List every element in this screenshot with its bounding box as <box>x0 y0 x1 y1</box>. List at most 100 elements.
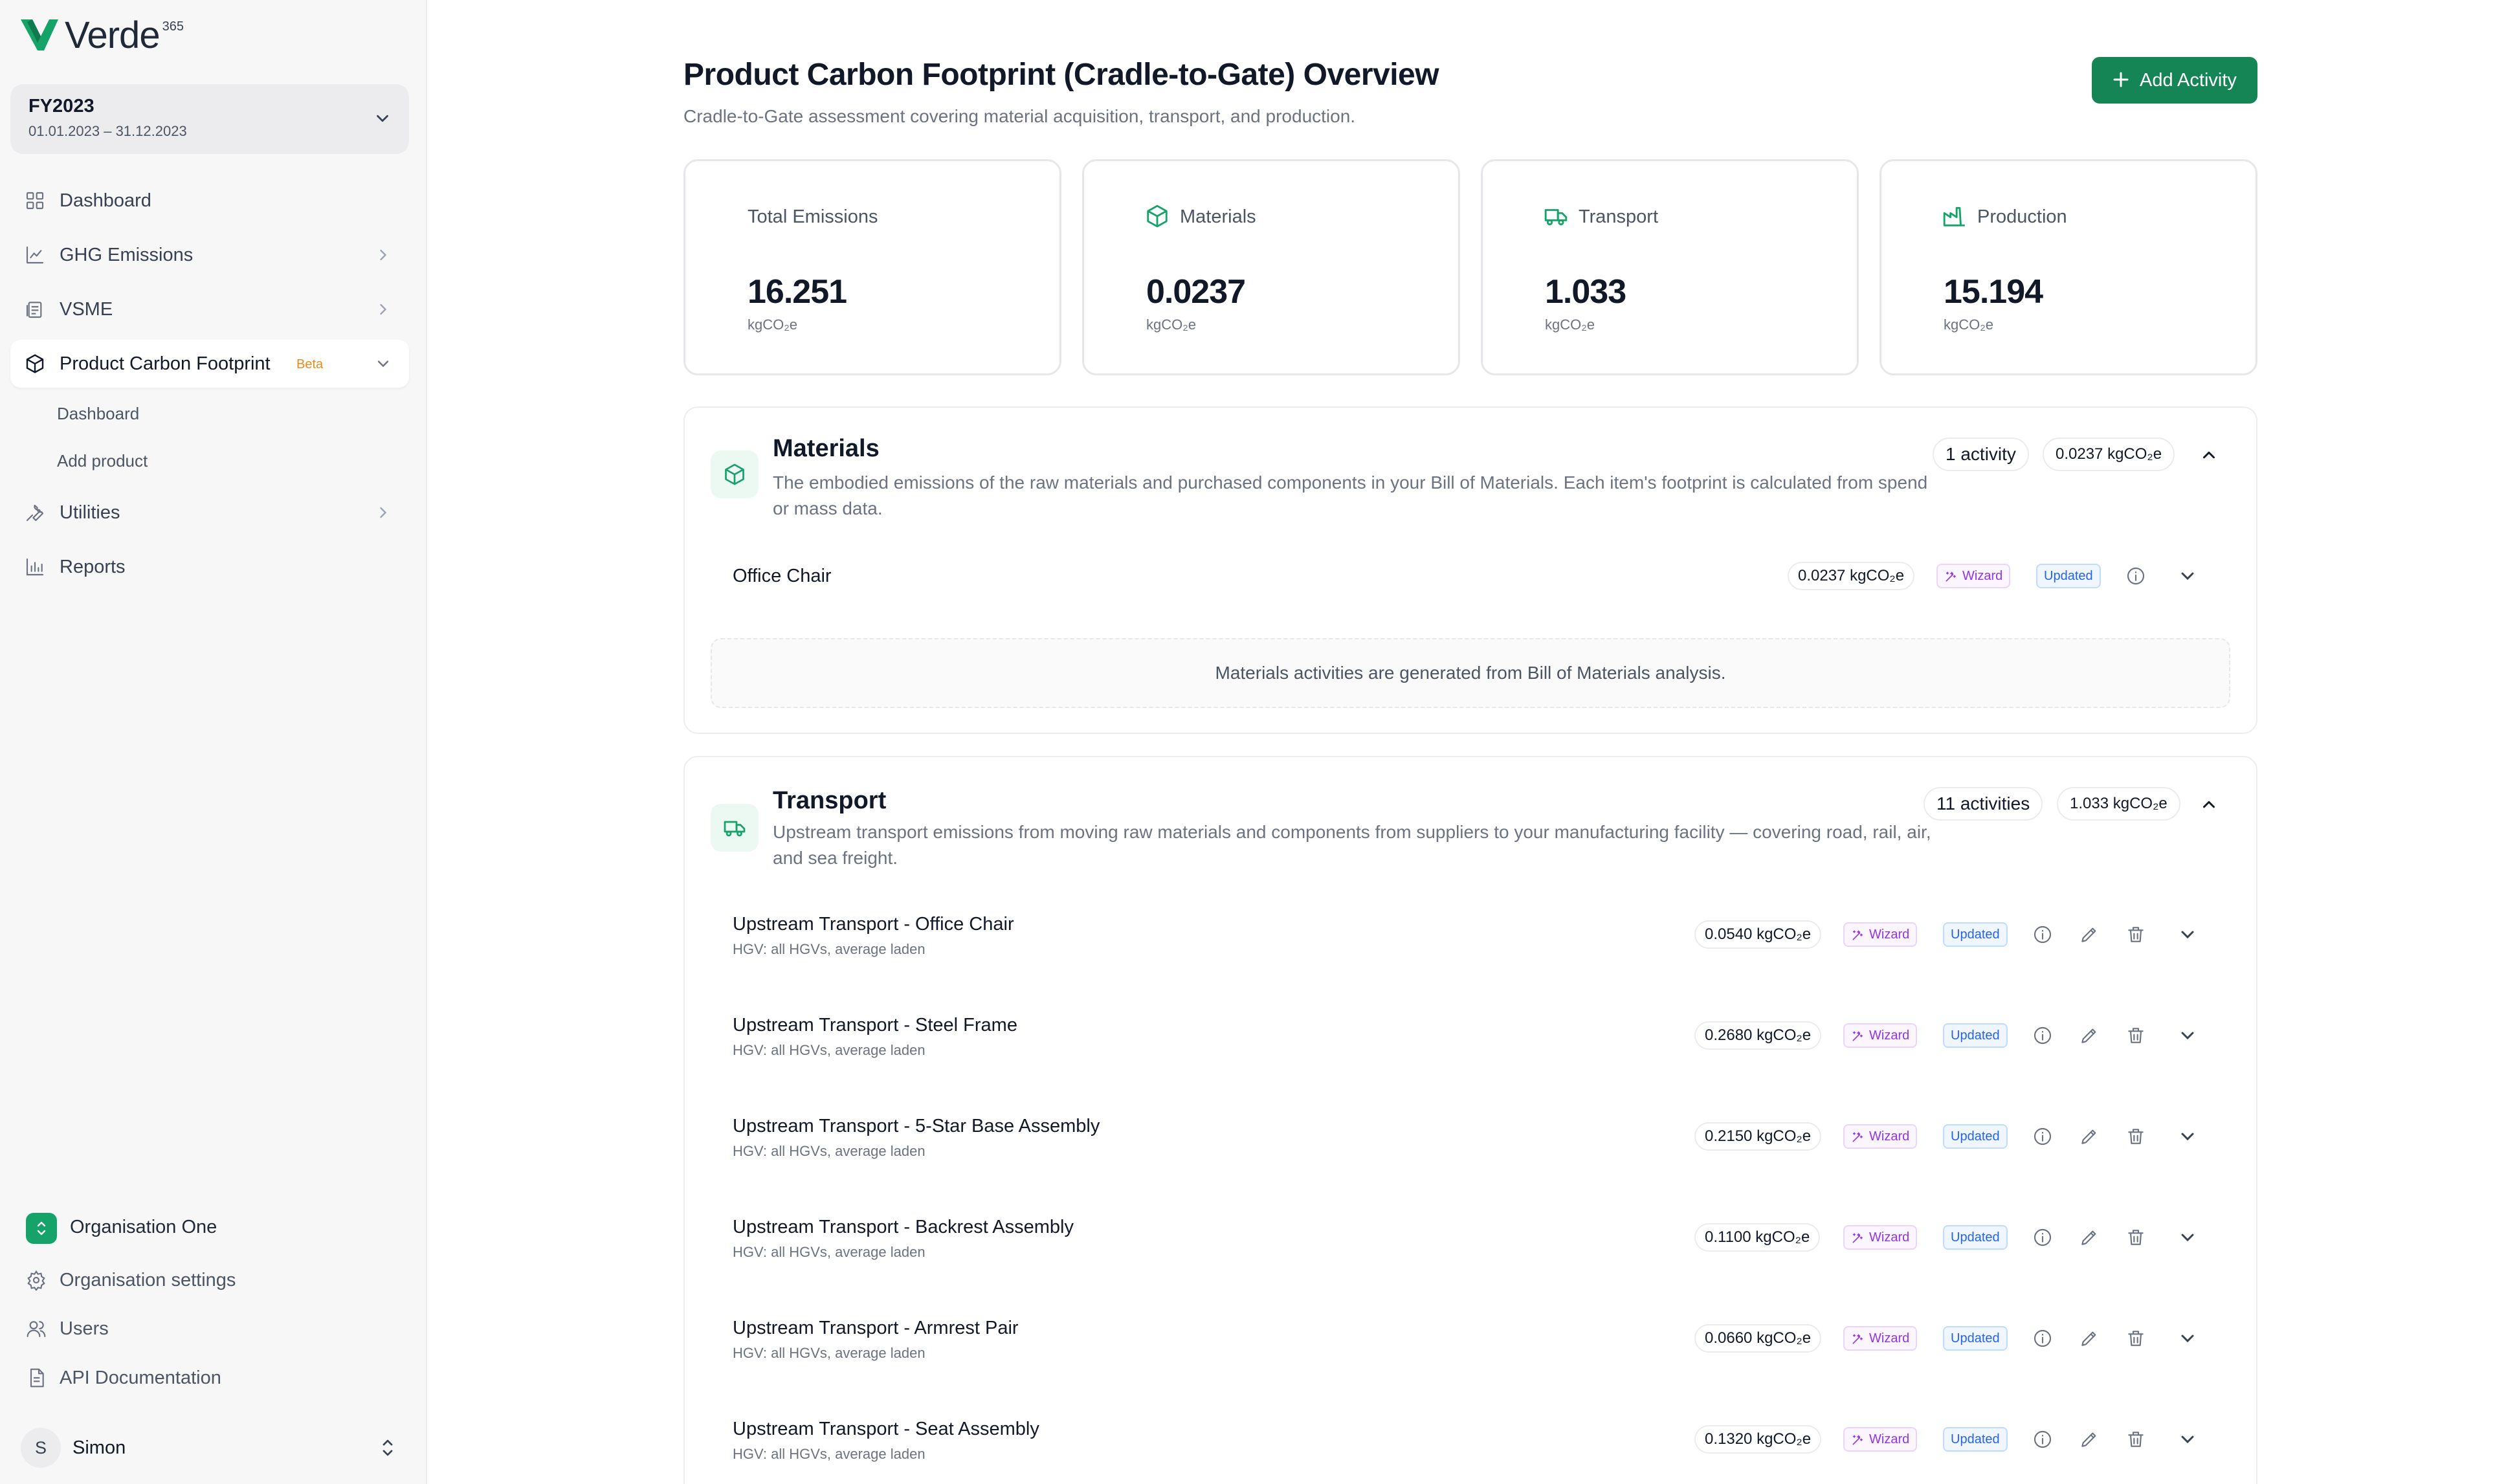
sidebar-item-utilities[interactable]: Utilities <box>10 489 409 537</box>
sidebar-item-users[interactable]: Users <box>10 1308 409 1349</box>
materials-info-note: Materials activities are generated from … <box>711 638 2230 708</box>
emission-value-badge: 0.2680 kgCO₂e <box>1694 1021 1822 1050</box>
chevron-down-icon[interactable] <box>2177 1429 2198 1450</box>
activity-subtitle: HGV: all HGVs, average laden <box>733 1143 926 1159</box>
chevron-up-icon[interactable] <box>2199 445 2219 465</box>
box-icon <box>26 354 44 373</box>
chevron-down-icon[interactable] <box>2177 1126 2198 1147</box>
chevron-up-icon[interactable] <box>2199 795 2219 814</box>
transport-section: Transport Upstream transport emissions f… <box>683 756 2257 1484</box>
pencil-icon[interactable] <box>2079 1429 2100 1450</box>
truck-icon <box>724 821 746 837</box>
info-icon[interactable] <box>2032 1227 2053 1248</box>
wizard-badge: Wizard <box>1843 1326 1918 1351</box>
sidebar-item-label: API Documentation <box>60 1368 221 1388</box>
organisation-switch-icon[interactable] <box>26 1213 57 1244</box>
activity-subtitle: HGV: all HGVs, average laden <box>733 941 926 957</box>
activity-count-badge: 11 activities <box>1924 787 2043 821</box>
chevron-down-icon[interactable] <box>2177 566 2198 586</box>
activity-count-badge: 1 activity <box>1933 437 2029 471</box>
user-name[interactable]: Simon <box>72 1437 126 1459</box>
stat-unit: kgCO₂e <box>748 316 798 333</box>
list-item[interactable]: Upstream Transport - Steel Frame HGV: all… <box>685 988 2259 1078</box>
transport-icon-box <box>711 804 759 852</box>
list-item[interactable]: Office Chair 0.0237 kgCO₂e Wizard Update… <box>685 544 2259 608</box>
stat-label: Production <box>1977 206 2067 227</box>
wizard-badge: Wizard <box>1843 1023 1918 1048</box>
sidebar-item-label: Users <box>60 1318 109 1339</box>
list-item[interactable]: Upstream Transport - Armrest Pair HGV: al… <box>685 1290 2259 1381</box>
wizard-badge: Wizard <box>1843 922 1918 947</box>
pencil-icon[interactable] <box>2079 924 2100 945</box>
trash-icon[interactable] <box>2125 1227 2146 1248</box>
chevron-down-icon[interactable] <box>2177 924 2198 945</box>
stat-card-materials: Materials 0.0237 kgCO₂e <box>1082 159 1460 375</box>
box-icon <box>1147 205 1168 228</box>
stat-label: Total Emissions <box>748 206 878 227</box>
brand-name: Verde <box>65 14 161 56</box>
section-description: The embodied emissions of the raw materi… <box>773 472 1928 518</box>
stat-value: 0.0237 <box>1146 273 1246 311</box>
list-item[interactable]: Upstream Transport - 5-Star Base Assembl… <box>685 1089 2259 1179</box>
sidebar-item-label: Reports <box>60 557 126 577</box>
verde-logo[interactable]: Verde 365 <box>19 16 184 56</box>
emission-value-badge: 0.2150 kgCO₂e <box>1694 1122 1822 1151</box>
status-badge: Updated <box>1943 1023 2008 1048</box>
activity-title: Upstream Transport - Armrest Pair <box>733 1318 1019 1338</box>
list-item[interactable]: Upstream Transport - Seat Assembly HGV: a… <box>685 1391 2259 1482</box>
pencil-icon[interactable] <box>2079 1025 2100 1046</box>
sidebar-subitem-add-product[interactable]: Add product <box>57 451 148 471</box>
sidebar-item-api-documentation[interactable]: API Documentation <box>10 1357 409 1399</box>
materials-section: Materials The embodied emissions of the … <box>683 406 2257 734</box>
info-icon[interactable] <box>2032 1328 2053 1349</box>
wand-icon <box>1852 1031 1863 1041</box>
avatar[interactable]: S <box>21 1428 61 1468</box>
sidebar-item-organisation-settings[interactable]: Organisation settings <box>10 1259 409 1301</box>
info-icon[interactable] <box>2032 1429 2053 1450</box>
status-badge: Updated <box>1943 1225 2008 1250</box>
chevron-down-icon[interactable] <box>2177 1227 2198 1248</box>
wizard-label: Wizard <box>1869 927 1910 942</box>
info-icon[interactable] <box>2032 1025 2053 1046</box>
trash-icon[interactable] <box>2125 1126 2146 1147</box>
sidebar-item-dashboard[interactable]: Dashboard <box>10 177 409 225</box>
pencil-icon[interactable] <box>2079 1227 2100 1248</box>
sidebar-subitem-dashboard[interactable]: Dashboard <box>57 404 139 424</box>
stat-card-transport: Transport 1.033 kgCO₂e <box>1481 159 1859 375</box>
status-badge: Updated <box>1943 1124 2008 1149</box>
list-item[interactable]: Upstream Transport - Backrest Assembly HG… <box>685 1190 2259 1280</box>
emission-value-badge: 0.1320 kgCO₂e <box>1694 1425 1822 1454</box>
trash-icon[interactable] <box>2125 1429 2146 1450</box>
sidebar-item-reports[interactable]: Reports <box>10 543 409 591</box>
trash-icon[interactable] <box>2125 1025 2146 1046</box>
activity-subtitle: HGV: all HGVs, average laden <box>733 1345 926 1361</box>
sidebar-item-vsme[interactable]: VSME <box>10 285 409 333</box>
stat-card-total-emissions: Total Emissions 16.251 kgCO₂e <box>683 159 1061 375</box>
factory-icon <box>1943 206 1965 227</box>
list-item[interactable]: Upstream Transport - Office Chair HGV: al… <box>685 887 2259 977</box>
add-activity-button[interactable]: Add Activity <box>2092 57 2257 104</box>
fiscal-year-select[interactable]: FY2023 01.01.2023 – 31.12.2023 <box>10 84 409 154</box>
trash-icon[interactable] <box>2125 924 2146 945</box>
wizard-badge: Wizard <box>1843 1124 1918 1149</box>
activity-title: Upstream Transport - Backrest Assembly <box>733 1217 1074 1237</box>
sidebar-item-product-carbon-footprint[interactable]: Product Carbon Footprint Beta <box>10 340 409 388</box>
bar-chart-icon <box>26 558 44 576</box>
chevron-up-down-icon[interactable] <box>378 1437 397 1459</box>
organisation-name[interactable]: Organisation One <box>70 1217 217 1238</box>
activity-subtitle: HGV: all HGVs, average laden <box>733 1446 926 1462</box>
beta-badge: Beta <box>296 357 324 371</box>
sidebar-item-ghg-emissions[interactable]: GHG Emissions <box>10 231 409 279</box>
stat-unit: kgCO₂e <box>1545 316 1595 333</box>
document-icon <box>30 1368 44 1388</box>
info-icon[interactable] <box>2125 566 2146 586</box>
pencil-icon[interactable] <box>2079 1328 2100 1349</box>
info-icon[interactable] <box>2032 1126 2053 1147</box>
pencil-icon[interactable] <box>2079 1126 2100 1147</box>
chevron-down-icon[interactable] <box>2177 1025 2198 1046</box>
chevron-down-icon[interactable] <box>2177 1328 2198 1349</box>
info-icon[interactable] <box>2032 924 2053 945</box>
trash-icon[interactable] <box>2125 1328 2146 1349</box>
wand-icon <box>1852 930 1863 940</box>
plus-icon <box>2113 72 2129 87</box>
